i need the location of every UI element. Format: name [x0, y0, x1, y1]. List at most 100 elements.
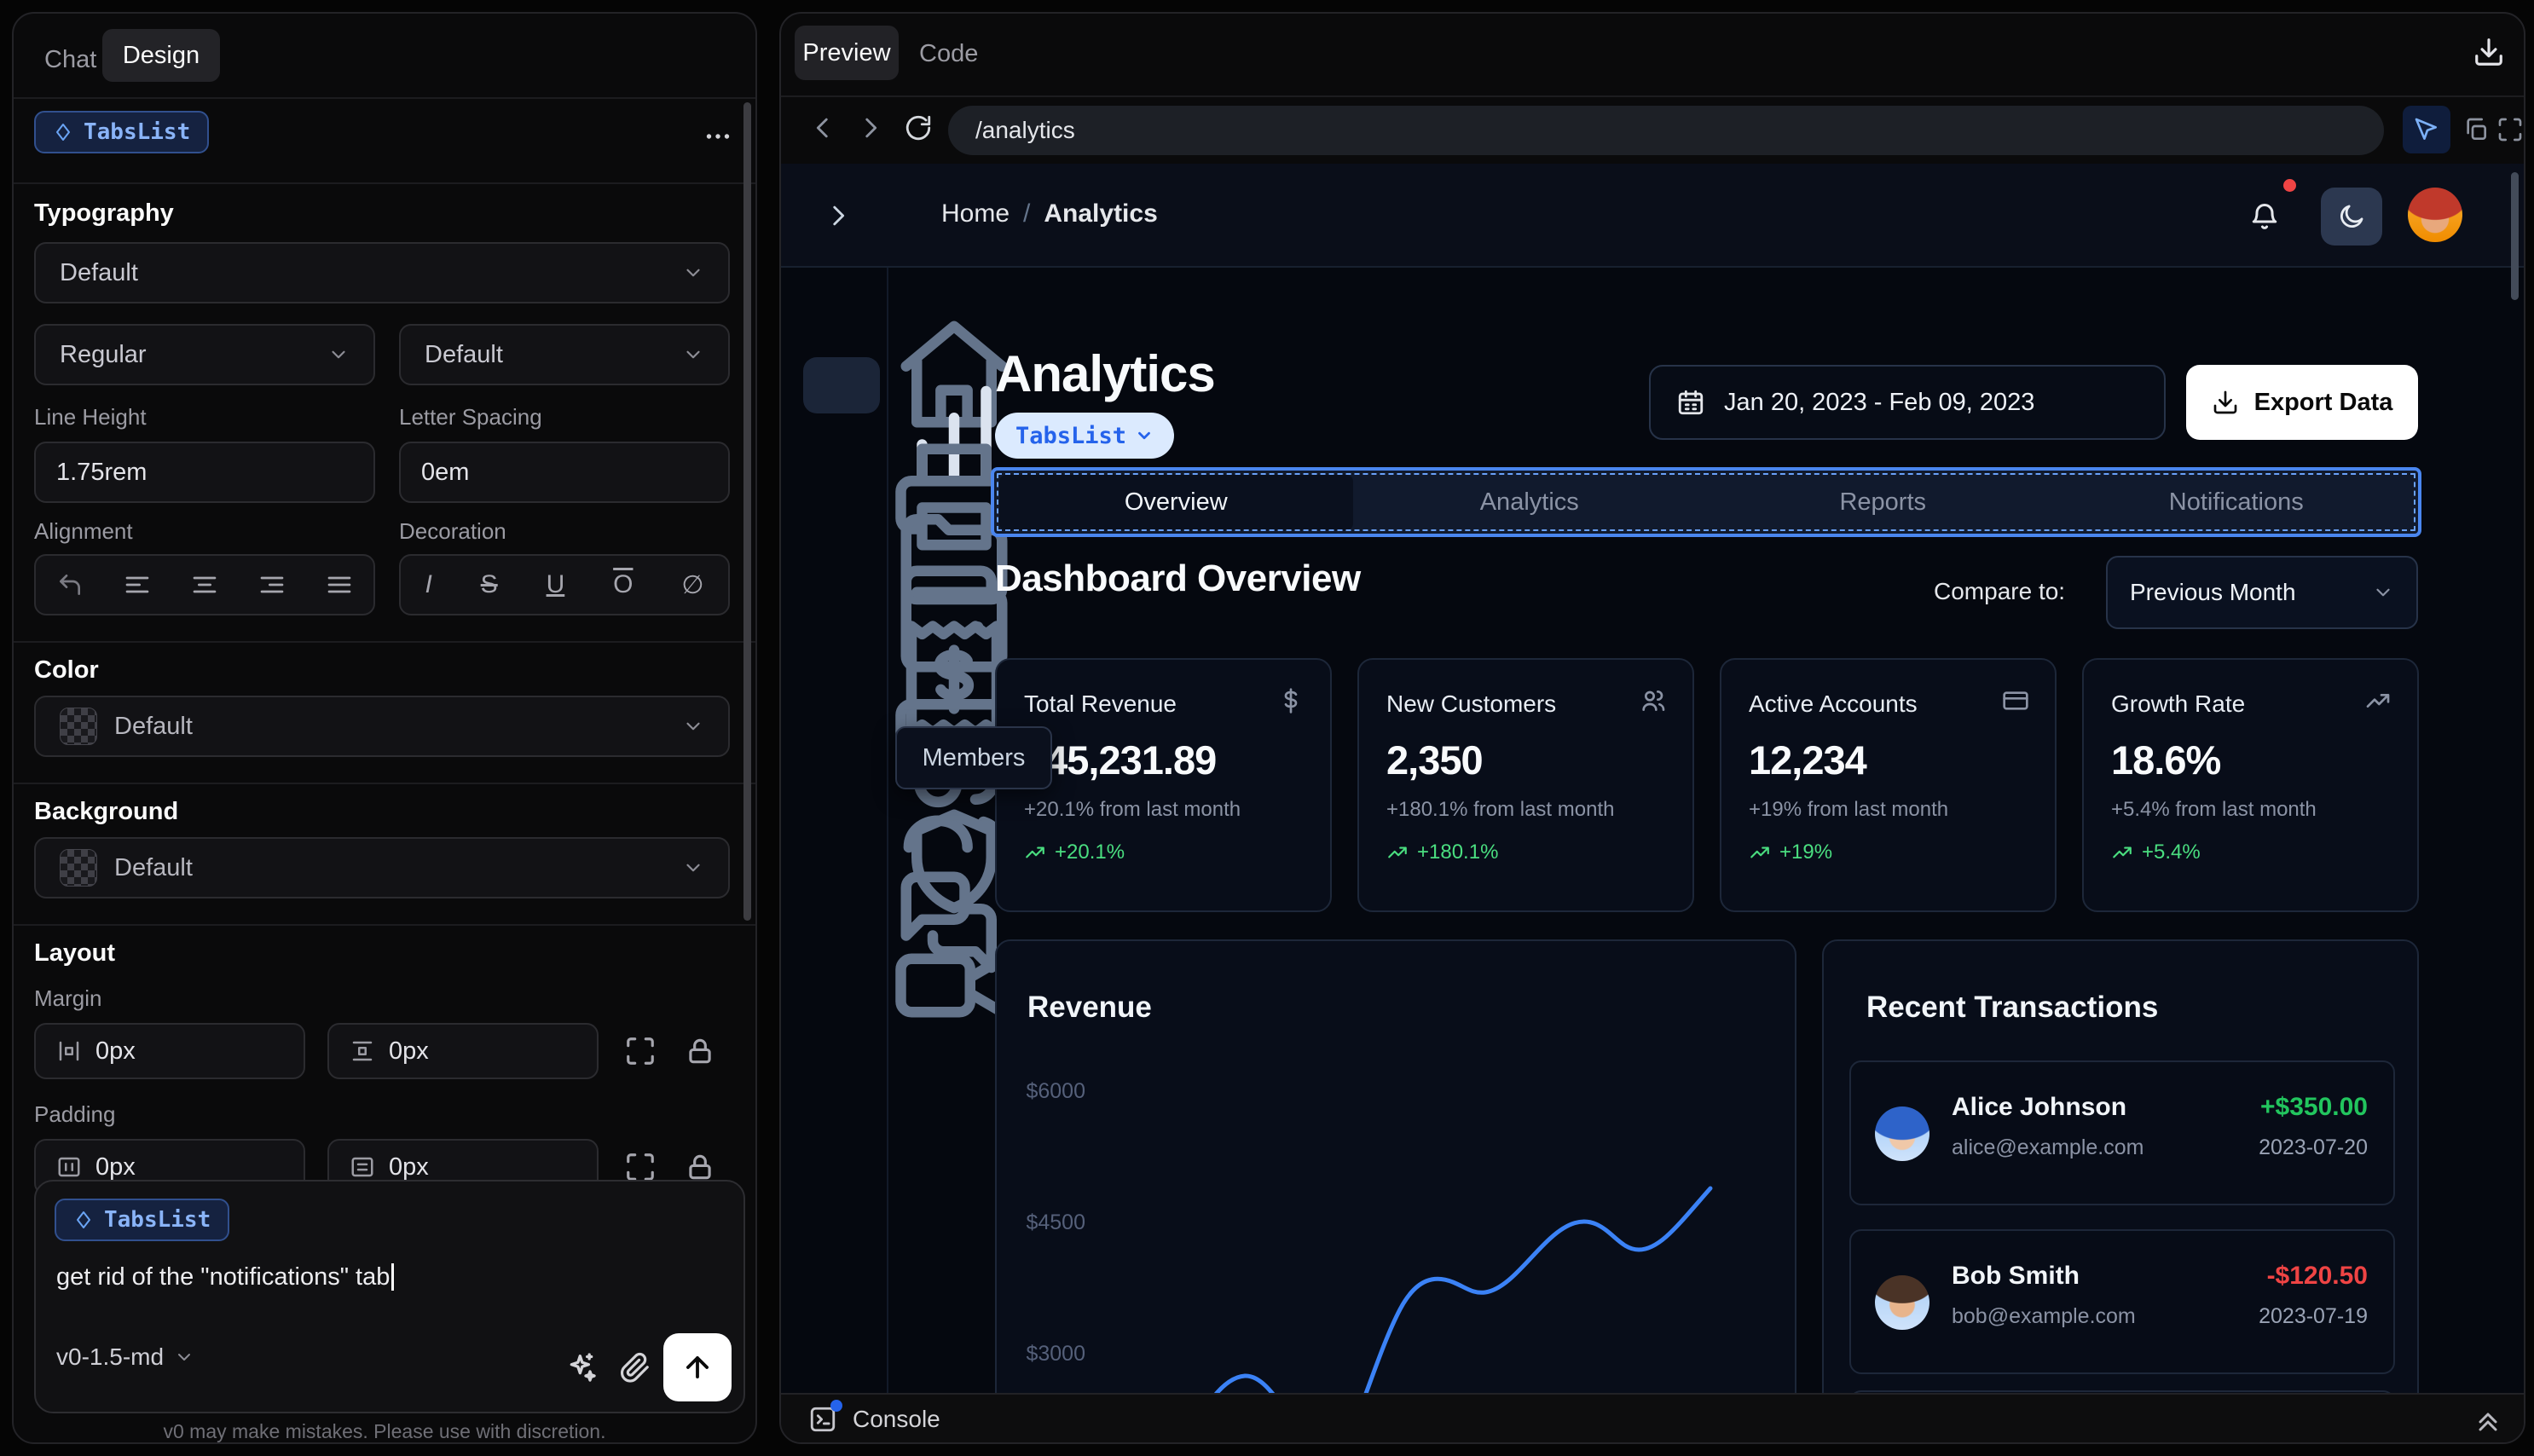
trending-up-icon	[1749, 841, 1771, 864]
letter-spacing-label: Letter Spacing	[399, 404, 542, 430]
bell-icon[interactable]	[2249, 201, 2280, 232]
breadcrumb-current[interactable]: Analytics	[1044, 199, 1157, 228]
analytics-chart-icon[interactable]	[826, 370, 857, 401]
margin-y-input[interactable]	[389, 1037, 576, 1066]
tab-design[interactable]: Design	[102, 29, 220, 82]
theme-toggle-button[interactable]	[2321, 188, 2382, 246]
preview-viewport: Home / Analytics Members Analytics TabsL…	[781, 164, 2524, 1396]
divider	[14, 182, 755, 184]
more-horizontal-icon[interactable]	[703, 121, 733, 152]
tab-code[interactable]: Code	[919, 40, 978, 68]
prompt-composer[interactable]: TabsList get rid of the "notifications" …	[34, 1180, 745, 1413]
underline-icon[interactable]: U	[547, 570, 565, 599]
printer-icon[interactable]	[826, 433, 857, 464]
console-bar[interactable]: Console	[781, 1393, 2524, 1442]
attach-paperclip-icon[interactable]	[619, 1350, 651, 1383]
transaction-row[interactable]: Bob Smith bob@example.com -$120.50 2023-…	[1849, 1229, 2395, 1374]
messages-icon[interactable]	[826, 861, 857, 892]
prompt-context-badge[interactable]: TabsList	[55, 1199, 230, 1241]
date-range-picker[interactable]: Jan 20, 2023 - Feb 09, 2023	[1649, 365, 2166, 440]
color-select[interactable]: Default	[34, 696, 730, 757]
tab-overview[interactable]: Overview	[999, 474, 1353, 530]
receipt-icon[interactable]	[826, 615, 857, 646]
refresh-icon[interactable]	[904, 113, 933, 142]
padding-x-input[interactable]	[95, 1153, 283, 1182]
forward-icon[interactable]	[856, 113, 885, 142]
wallet-icon[interactable]	[826, 555, 857, 586]
shield-icon[interactable]	[826, 799, 857, 829]
font-weight-select[interactable]: Regular	[34, 324, 375, 385]
align-justify-icon[interactable]	[326, 571, 353, 598]
breadcrumb-home[interactable]: Home	[941, 199, 1010, 228]
font-select[interactable]: Default	[34, 242, 730, 303]
selected-component-label: TabsList	[84, 119, 191, 145]
lock-padding-icon[interactable]	[684, 1151, 716, 1183]
tab-analytics[interactable]: Analytics	[1353, 475, 1707, 530]
sidebar-toggle-icon[interactable]	[824, 201, 853, 230]
padding-y-input[interactable]	[389, 1153, 576, 1182]
tab-preview[interactable]: Preview	[795, 26, 899, 80]
tabs-list: Overview Analytics Reports Notifications	[991, 467, 2421, 537]
home-icon[interactable]	[826, 310, 857, 341]
selected-component-badge[interactable]: TabsList	[34, 111, 210, 153]
overline-icon[interactable]: O	[613, 570, 633, 599]
members-users-icon[interactable]	[826, 741, 857, 771]
preview-scrollbar[interactable]	[2511, 172, 2519, 300]
align-left-icon[interactable]	[124, 571, 151, 598]
prompt-input[interactable]: get rid of the "notifications" tab​	[56, 1263, 395, 1291]
arrow-up-icon	[681, 1351, 714, 1384]
mouse-pointer-icon	[2413, 116, 2440, 143]
revenue-chart-card: Revenue $6000 $4500 $3000	[995, 939, 1796, 1396]
transaction-name: Bob Smith	[1952, 1262, 2080, 1290]
export-data-button[interactable]: Export Data	[2186, 365, 2418, 440]
tab-notifications[interactable]: Notifications	[2060, 475, 2414, 530]
credit-card-icon[interactable]	[826, 678, 857, 708]
selection-label-pill[interactable]: TabsList	[995, 413, 1175, 459]
line-height-input[interactable]	[56, 458, 353, 487]
chevrons-up-icon[interactable]	[2473, 1404, 2503, 1435]
model-selector[interactable]: v0-1.5-md	[56, 1343, 194, 1371]
tab-reports[interactable]: Reports	[1706, 475, 2060, 530]
letter-spacing-input[interactable]	[421, 458, 708, 487]
copy-icon[interactable]	[2462, 116, 2490, 143]
divider	[781, 95, 2524, 97]
font-size-select[interactable]: Default	[399, 324, 730, 385]
transaction-row[interactable]: Alice Johnson alice@example.com +$350.00…	[1849, 1060, 2395, 1205]
margin-x-input[interactable]	[95, 1037, 283, 1066]
sidebar-scrollbar[interactable]	[743, 102, 751, 921]
font-size-value: Default	[425, 340, 503, 368]
chevron-down-icon	[682, 857, 704, 879]
stat-value: 12,234	[1749, 737, 1867, 783]
download-icon[interactable]	[2473, 36, 2505, 68]
no-decoration-icon[interactable]: ∅	[681, 570, 703, 600]
folder-icon[interactable]	[826, 493, 857, 523]
send-button[interactable]	[663, 1333, 732, 1401]
decoration-toolbar: I S U O ∅	[399, 554, 730, 615]
tab-chat[interactable]: Chat	[44, 46, 96, 74]
user-avatar[interactable]	[2408, 188, 2462, 242]
background-section-title: Background	[34, 798, 179, 825]
stat-label: Total Revenue	[1024, 690, 1177, 717]
stat-value: $45,231.89	[1024, 737, 1217, 783]
lock-margin-icon[interactable]	[684, 1035, 716, 1067]
back-icon[interactable]	[808, 113, 837, 142]
italic-icon[interactable]: I	[425, 570, 431, 599]
enhance-sparkles-icon[interactable]	[564, 1350, 599, 1384]
compare-select[interactable]: Previous Month	[2106, 556, 2418, 629]
url-bar[interactable]: /analytics	[948, 106, 2384, 155]
strikethrough-icon[interactable]: S	[481, 570, 498, 599]
stat-label: New Customers	[1386, 690, 1557, 717]
expand-padding-icon[interactable]	[624, 1151, 657, 1183]
expand-margin-icon[interactable]	[624, 1035, 657, 1067]
align-right-icon[interactable]	[258, 571, 286, 598]
video-icon[interactable]	[826, 922, 857, 952]
inspect-pointer-button[interactable]	[2403, 106, 2450, 153]
undo-icon[interactable]	[56, 571, 84, 598]
trending-up-icon	[2364, 687, 2392, 714]
transparent-swatch	[60, 849, 97, 887]
margin-x-input-wrap	[34, 1023, 305, 1079]
align-center-icon[interactable]	[191, 571, 218, 598]
trending-up-icon	[1386, 841, 1409, 864]
background-select[interactable]: Default	[34, 837, 730, 898]
fullscreen-icon[interactable]	[2496, 116, 2524, 143]
